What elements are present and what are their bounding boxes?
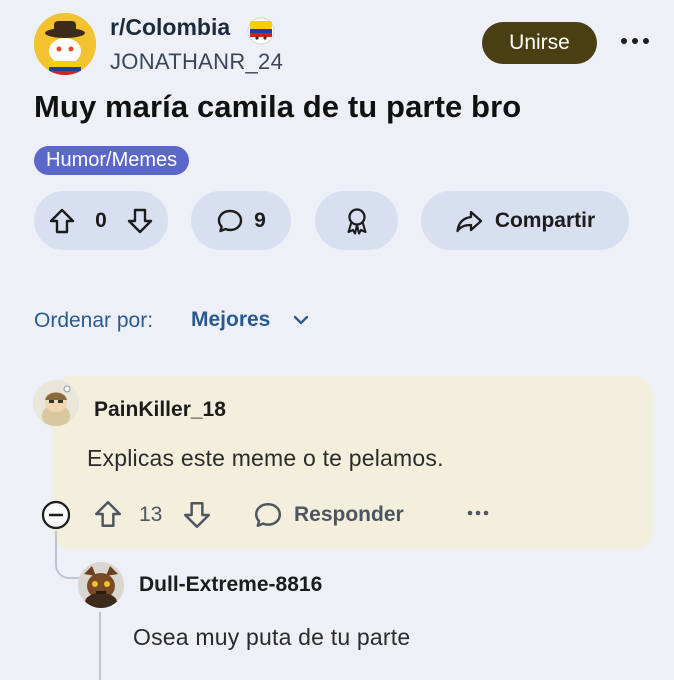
more-icon[interactable] — [618, 29, 652, 53]
upvote-icon[interactable] — [48, 207, 76, 235]
chevron-down-icon[interactable] — [292, 311, 310, 329]
comment-author[interactable]: Dull-Extreme-8816 — [139, 573, 322, 597]
reply-button[interactable]: Responder — [294, 503, 404, 527]
comment-body: Explicas este meme o te pelamos. — [87, 445, 444, 471]
share-icon — [455, 207, 483, 235]
downvote-icon[interactable] — [182, 500, 212, 530]
comment-count: 9 — [254, 208, 266, 232]
comment-body: Osea muy puta de tu parte — [133, 624, 411, 650]
post-score: 0 — [95, 208, 107, 232]
upvote-icon[interactable] — [93, 499, 123, 529]
post-title: Muy maría camila de tu parte bro — [34, 89, 522, 124]
thread-line — [55, 531, 79, 579]
post-author[interactable]: JONATHANR_24 — [110, 49, 283, 75]
subreddit-name[interactable]: r/Colombia — [110, 14, 230, 41]
comments-button[interactable]: 9 — [191, 191, 291, 250]
vote-pill: 0 — [34, 191, 168, 250]
post-flair[interactable]: Humor/Memes — [34, 146, 190, 175]
collapse-icon[interactable] — [40, 499, 72, 531]
share-label: Compartir — [494, 208, 596, 232]
sort-label: Ordenar por: — [34, 309, 154, 332]
award-icon — [342, 206, 372, 236]
downvote-icon[interactable] — [126, 207, 154, 235]
comment-score: 13 — [139, 503, 163, 526]
avatar[interactable] — [78, 562, 124, 608]
colombia-badge-icon — [244, 12, 278, 46]
thread-line — [99, 612, 101, 680]
share-button[interactable]: Compartir — [421, 191, 629, 250]
join-button[interactable]: Unirse — [482, 22, 597, 64]
comment-icon — [216, 207, 244, 235]
award-button[interactable] — [315, 191, 398, 250]
avatar[interactable] — [33, 380, 79, 426]
sort-dropdown[interactable]: Mejores — [191, 308, 270, 332]
comment-more-icon[interactable] — [465, 505, 491, 521]
reply-icon[interactable] — [253, 500, 283, 530]
subreddit-avatar[interactable] — [34, 13, 96, 75]
comment-author[interactable]: PainKiller_18 — [94, 398, 226, 422]
